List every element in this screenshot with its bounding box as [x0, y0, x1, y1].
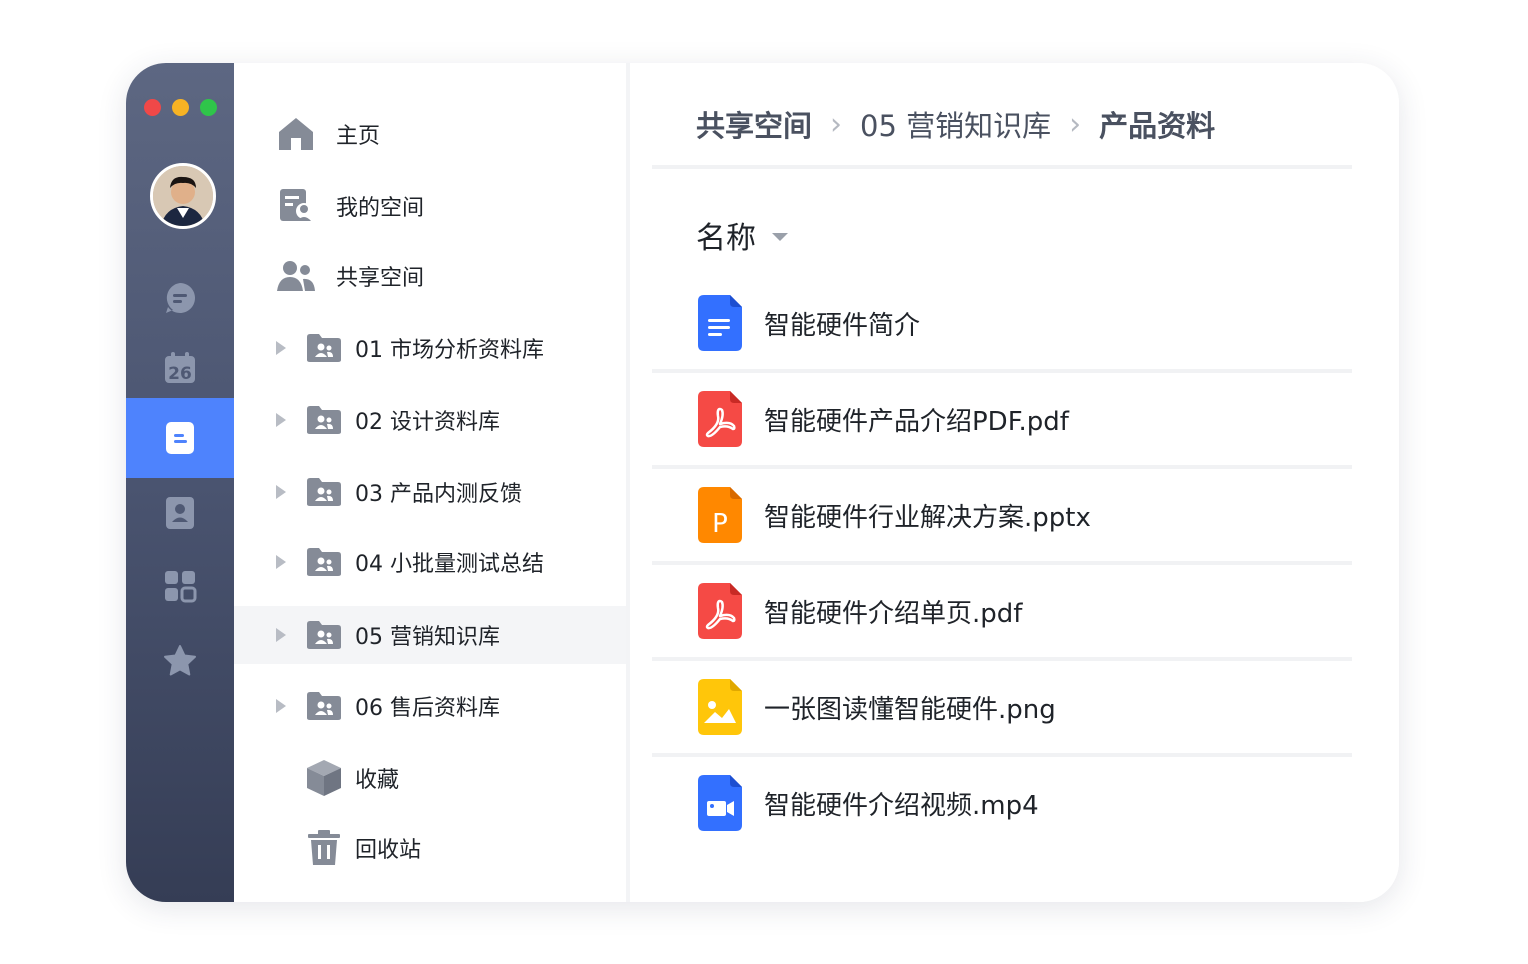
name-column-header[interactable]: 名称 [696, 213, 788, 257]
file-name: 智能硬件介绍单页.pdf [764, 599, 1023, 629]
minimize-window-button[interactable] [172, 99, 189, 116]
file-row[interactable]: P 智能硬件行业解决方案.pptx [652, 469, 1352, 561]
window-controls [144, 99, 217, 116]
nav-home-label: 主页 [336, 124, 381, 149]
folder-label: 01 市场分析资料库 [355, 338, 544, 363]
shared-folder-icon [304, 400, 344, 440]
rail-favorites[interactable] [126, 631, 234, 691]
apps-grid-icon [165, 571, 197, 603]
pdf-file-icon [698, 391, 742, 447]
icon-rail: 26 [126, 63, 234, 902]
folder-tree-panel: 主页 我的空间 共享空间 01 市场分析资料库 02 设计资料库 03 产品内测… [234, 63, 630, 902]
folder-label: 04 小批量测试总结 [355, 552, 544, 577]
star-icon [164, 645, 196, 676]
nav-trash-label: 回收站 [355, 838, 422, 863]
nav-shared-space[interactable]: 共享空间 [234, 247, 626, 305]
chat-icon [166, 283, 195, 313]
shared-folder-icon [304, 615, 344, 655]
folder-label: 05 营销知识库 [355, 625, 500, 650]
breadcrumb: 共享空间 › 05 营销知识库 › 产品资料 [696, 103, 1215, 145]
file-list-panel: 共享空间 › 05 营销知识库 › 产品资料 名称 智能硬件简介 智能硬件产品介… [652, 63, 1399, 902]
trash-icon [304, 828, 344, 868]
rail-messages[interactable] [126, 268, 234, 328]
nav-my-space-label: 我的空间 [336, 196, 425, 221]
nav-favorites-label: 收藏 [355, 768, 400, 793]
expand-caret-icon[interactable] [276, 413, 286, 427]
header-divider [652, 165, 1352, 169]
rail-contacts[interactable] [126, 483, 234, 543]
rail-documents[interactable] [126, 398, 234, 478]
shared-folder-icon [304, 328, 344, 368]
file-name: 一张图读懂智能硬件.png [764, 695, 1056, 725]
svg-text:26: 26 [168, 364, 192, 384]
column-label: 名称 [696, 221, 756, 256]
file-row[interactable]: 智能硬件产品介绍PDF.pdf [652, 373, 1352, 465]
contacts-icon [166, 497, 194, 529]
document-icon [166, 422, 194, 454]
nav-home[interactable]: 主页 [234, 105, 626, 163]
file-name: 智能硬件产品介绍PDF.pdf [764, 407, 1069, 437]
svg-text:P: P [712, 509, 728, 539]
folder-label: 03 产品内测反馈 [355, 482, 522, 507]
folder-item[interactable]: 02 设计资料库 [234, 391, 626, 449]
sort-down-icon[interactable] [772, 233, 788, 241]
file-row[interactable]: 智能硬件简介 [652, 277, 1352, 369]
expand-caret-icon[interactable] [276, 555, 286, 569]
home-icon [276, 114, 316, 154]
doc-file-icon [698, 295, 742, 351]
rail-calendar[interactable]: 26 [126, 338, 234, 398]
nav-favorites[interactable]: 收藏 [234, 749, 626, 807]
pdf-file-icon [698, 583, 742, 639]
shared-folder-icon [304, 472, 344, 512]
file-name: 智能硬件介绍视频.mp4 [764, 791, 1039, 821]
chevron-right-icon: › [1069, 106, 1082, 142]
user-avatar[interactable] [150, 163, 216, 229]
chevron-right-icon: › [830, 106, 843, 142]
expand-caret-icon[interactable] [276, 699, 286, 713]
nav-my-space[interactable]: 我的空间 [234, 177, 626, 235]
video-file-icon [698, 775, 742, 831]
close-window-button[interactable] [144, 99, 161, 116]
expand-caret-icon[interactable] [276, 628, 286, 642]
shared-folder-icon [304, 686, 344, 726]
file-row[interactable]: 智能硬件介绍视频.mp4 [652, 757, 1352, 849]
app-window: 26 主页 我的空间 共享空间 01 市场分析资料库 02 设计资料库 03 产… [126, 63, 1399, 902]
calendar-icon: 26 [165, 352, 195, 384]
nav-trash[interactable]: 回收站 [234, 819, 626, 877]
folder-item[interactable]: 06 售后资料库 [234, 677, 626, 735]
folder-item[interactable]: 01 市场分析资料库 [234, 319, 626, 377]
breadcrumb-item-current: 产品资料 [1099, 109, 1216, 143]
maximize-window-button[interactable] [200, 99, 217, 116]
personal-space-icon [276, 186, 316, 226]
folder-label: 02 设计资料库 [355, 410, 500, 435]
folder-item[interactable]: 04 小批量测试总结 [234, 533, 626, 591]
ppt-file-icon: P [698, 487, 742, 543]
breadcrumb-item[interactable]: 05 营销知识库 [860, 103, 1051, 145]
nav-shared-space-label: 共享空间 [336, 266, 425, 291]
expand-caret-icon[interactable] [276, 485, 286, 499]
shared-folder-icon [304, 542, 344, 582]
file-row[interactable]: 一张图读懂智能硬件.png [652, 661, 1352, 753]
folder-item[interactable]: 03 产品内测反馈 [234, 463, 626, 521]
shared-users-icon [276, 256, 316, 296]
file-row[interactable]: 智能硬件介绍单页.pdf [652, 565, 1352, 657]
folder-label: 06 售后资料库 [355, 696, 500, 721]
file-name: 智能硬件简介 [764, 311, 921, 341]
box-icon [304, 758, 344, 798]
folder-item-selected[interactable]: 05 营销知识库 [234, 606, 626, 664]
rail-apps[interactable] [126, 556, 234, 616]
expand-caret-icon[interactable] [276, 341, 286, 355]
image-file-icon [698, 679, 742, 735]
file-name: 智能硬件行业解决方案.pptx [764, 503, 1091, 533]
breadcrumb-item[interactable]: 共享空间 [696, 103, 812, 145]
